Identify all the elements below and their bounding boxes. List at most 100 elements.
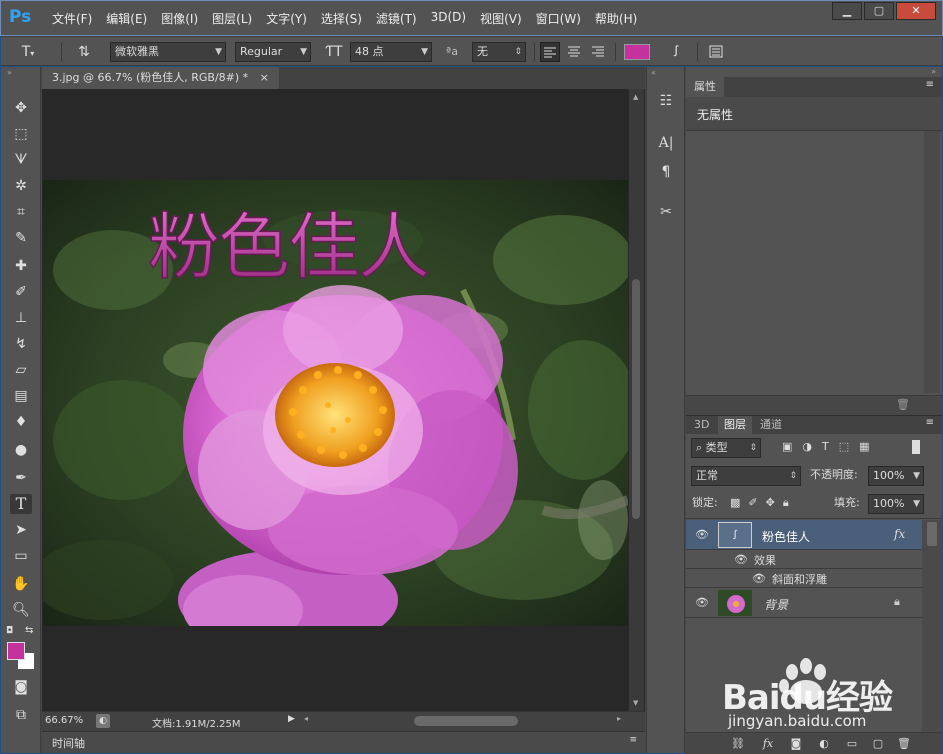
- close-tab-icon[interactable]: ×: [260, 71, 269, 84]
- filter-kind-select[interactable]: ⌕ 类型 ⇕: [691, 438, 761, 458]
- warp-text-icon[interactable]: ꭍ: [665, 42, 687, 62]
- font-style-select[interactable]: Regular ▼: [235, 42, 311, 62]
- type-tool-icon[interactable]: T: [10, 494, 32, 514]
- menu-select[interactable]: 选择(S): [314, 10, 369, 27]
- delete-layer-icon[interactable]: 🗑︎: [896, 736, 912, 752]
- status-info-icon[interactable]: ◐: [96, 714, 110, 728]
- text-color-swatch[interactable]: [624, 44, 650, 60]
- layer-row-background[interactable]: 👁︎ 背景 🔒︎: [686, 588, 922, 618]
- lock-transparent-icon[interactable]: ▩: [730, 496, 740, 510]
- lock-all-icon[interactable]: 🔒︎: [783, 496, 789, 510]
- quick-mask-icon[interactable]: ◙: [10, 677, 32, 697]
- eyedropper-tool-icon[interactable]: ✎: [10, 228, 32, 248]
- close-button[interactable]: ✕: [896, 2, 936, 20]
- layers-scrollbar[interactable]: [922, 520, 942, 732]
- lock-image-icon[interactable]: ✐: [748, 496, 757, 510]
- new-group-icon[interactable]: ▭: [844, 736, 860, 752]
- tab-layers[interactable]: 图层: [718, 416, 752, 434]
- eraser-tool-icon[interactable]: ▱: [10, 360, 32, 380]
- collapse-icon[interactable]: »: [7, 68, 12, 77]
- trash-icon[interactable]: 🗑︎: [896, 398, 910, 411]
- lock-position-icon[interactable]: ✥: [766, 496, 775, 510]
- blend-mode-select[interactable]: 正常 ⇕: [691, 466, 801, 486]
- blur-tool-icon[interactable]: ♦: [10, 412, 32, 432]
- menu-edit[interactable]: 编辑(E): [99, 10, 154, 27]
- layer-name[interactable]: 背景: [764, 596, 788, 613]
- rectangle-tool-icon[interactable]: ▭: [10, 546, 32, 566]
- align-right-button[interactable]: [589, 42, 609, 62]
- add-style-icon[interactable]: fx: [760, 736, 776, 752]
- font-family-select[interactable]: 微软雅黑 ▼: [110, 42, 226, 62]
- minimize-button[interactable]: ▁: [832, 2, 862, 20]
- layer-row-text[interactable]: 👁︎ ꭍ 粉色佳人 fx: [686, 520, 922, 550]
- default-colors-icon[interactable]: ◘: [6, 626, 13, 636]
- magic-wand-tool-icon[interactable]: ✲: [10, 176, 32, 196]
- visibility-eye-icon[interactable]: 👁︎: [752, 572, 766, 586]
- character-panel-icon[interactable]: A|: [655, 133, 677, 153]
- image-canvas[interactable]: 粉色佳人: [43, 180, 628, 626]
- filter-shape-icon[interactable]: ⬚: [839, 440, 849, 453]
- path-selection-tool-icon[interactable]: ➤: [10, 520, 32, 540]
- menu-filter[interactable]: 滤镜(T): [369, 10, 424, 27]
- scroll-right-icon[interactable]: ▸: [617, 714, 621, 723]
- align-center-button[interactable]: [565, 42, 585, 62]
- layer-name[interactable]: 粉色佳人: [762, 528, 810, 545]
- align-left-button[interactable]: [540, 42, 560, 62]
- antialias-select[interactable]: 无 ⇕: [472, 42, 526, 62]
- properties-tab[interactable]: 属性: [686, 77, 724, 97]
- expand-icon[interactable]: «: [651, 68, 656, 77]
- menu-view[interactable]: 视图(V): [473, 10, 529, 27]
- dodge-tool-icon[interactable]: ●: [10, 440, 32, 460]
- hand-tool-icon[interactable]: ✋: [10, 574, 32, 594]
- visibility-eye-icon[interactable]: 👁︎: [695, 596, 709, 610]
- menu-3d[interactable]: 3D(D): [424, 10, 473, 27]
- layer-fx-badge[interactable]: fx: [894, 527, 905, 541]
- move-tool-icon[interactable]: ✥: [10, 98, 32, 118]
- history-brush-tool-icon[interactable]: ↯: [10, 334, 32, 354]
- filter-smart-object-icon[interactable]: ▦: [859, 440, 869, 453]
- scroll-down-icon[interactable]: ▼: [633, 699, 638, 707]
- menu-layer[interactable]: 图层(L): [205, 10, 259, 27]
- panel-menu-icon[interactable]: ≡: [926, 417, 934, 428]
- foreground-color-swatch[interactable]: [7, 642, 25, 660]
- fill-field[interactable]: 100% ▼: [868, 494, 924, 514]
- properties-panel-icon[interactable]: ☷: [655, 91, 677, 111]
- layer-effect-bevel-row[interactable]: 👁︎ 斜面和浮雕: [686, 569, 922, 588]
- lasso-tool-icon[interactable]: ᗐ: [10, 150, 32, 170]
- maximize-button[interactable]: ▢: [864, 2, 894, 20]
- gradient-tool-icon[interactable]: ▤: [10, 386, 32, 406]
- new-layer-icon[interactable]: ▢: [870, 736, 886, 752]
- menu-image[interactable]: 图像(I): [154, 10, 205, 27]
- zoom-tool-icon[interactable]: 🔍︎: [10, 600, 32, 620]
- collapse-icon[interactable]: »: [931, 67, 936, 76]
- crop-tool-icon[interactable]: ⌗: [10, 202, 32, 222]
- zoom-level[interactable]: 66.67%: [45, 715, 83, 726]
- pen-tool-icon[interactable]: ✒: [10, 468, 32, 488]
- document-tab[interactable]: 3.jpg @ 66.7% (粉色佳人, RGB/8#) * ×: [42, 67, 279, 89]
- properties-scrollbar[interactable]: [924, 131, 940, 393]
- visibility-eye-icon[interactable]: 👁︎: [734, 553, 748, 567]
- filter-toggle[interactable]: [912, 440, 920, 454]
- menu-window[interactable]: 窗口(W): [529, 10, 588, 27]
- vertical-scrollbar[interactable]: ▲ ▼: [629, 89, 644, 711]
- status-menu-arrow-icon[interactable]: ▶: [288, 714, 295, 724]
- layers-scroll-thumb[interactable]: [927, 522, 937, 546]
- vertical-scroll-thumb[interactable]: [632, 279, 640, 519]
- menu-file[interactable]: 文件(F): [45, 10, 99, 27]
- stamp-tool-icon[interactable]: ⊥: [10, 308, 32, 328]
- tab-channels[interactable]: 通道: [754, 416, 788, 434]
- character-panel-button[interactable]: [707, 42, 727, 62]
- link-layers-icon[interactable]: ⛓︎: [730, 736, 746, 752]
- filter-pixel-icon[interactable]: ▣: [782, 440, 792, 453]
- tool-presets-icon[interactable]: ✂: [655, 202, 677, 222]
- toggle-orientation-icon[interactable]: ⇅: [73, 42, 95, 62]
- menu-type[interactable]: 文字(Y): [259, 10, 314, 27]
- brush-tool-icon[interactable]: ✐: [10, 282, 32, 302]
- swap-colors-icon[interactable]: ⇆: [25, 625, 33, 636]
- panel-menu-icon[interactable]: ≡: [926, 79, 934, 90]
- tab-3d[interactable]: 3D: [688, 416, 715, 434]
- healing-brush-tool-icon[interactable]: ✚: [10, 256, 32, 276]
- visibility-eye-icon[interactable]: 👁︎: [695, 528, 709, 542]
- screen-mode-icon[interactable]: ⧉: [10, 705, 32, 725]
- timeline-tab[interactable]: 时间轴: [52, 735, 85, 751]
